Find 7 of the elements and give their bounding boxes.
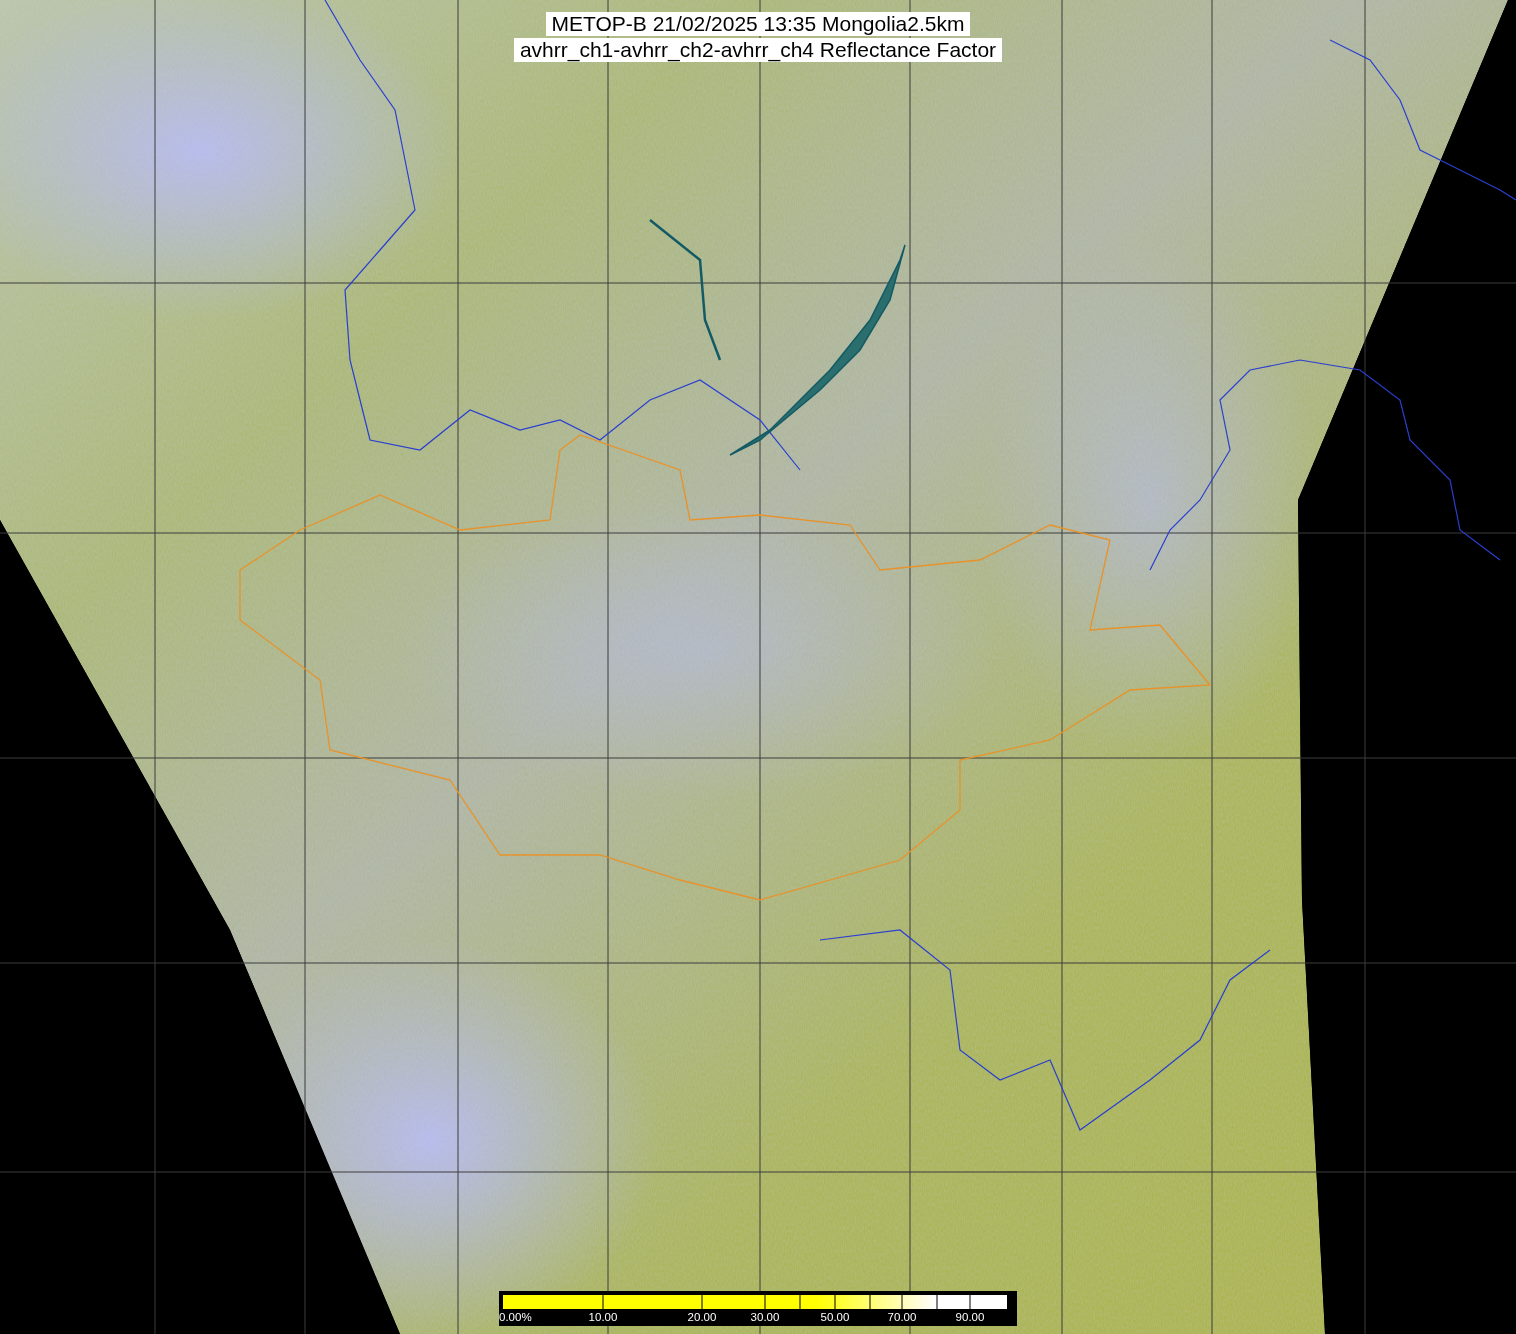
colorbar-label: 50.00 <box>820 1311 850 1323</box>
colorbar-label: 10.00 <box>588 1311 618 1323</box>
colorbar-label: 90.00 <box>955 1311 985 1323</box>
colorbar-label: 20.00 <box>687 1311 717 1323</box>
colorbar-label: 0.00% <box>499 1311 532 1323</box>
colorbar-label: 30.00 <box>750 1311 780 1323</box>
colorbar-label: 70.00 <box>887 1311 917 1323</box>
